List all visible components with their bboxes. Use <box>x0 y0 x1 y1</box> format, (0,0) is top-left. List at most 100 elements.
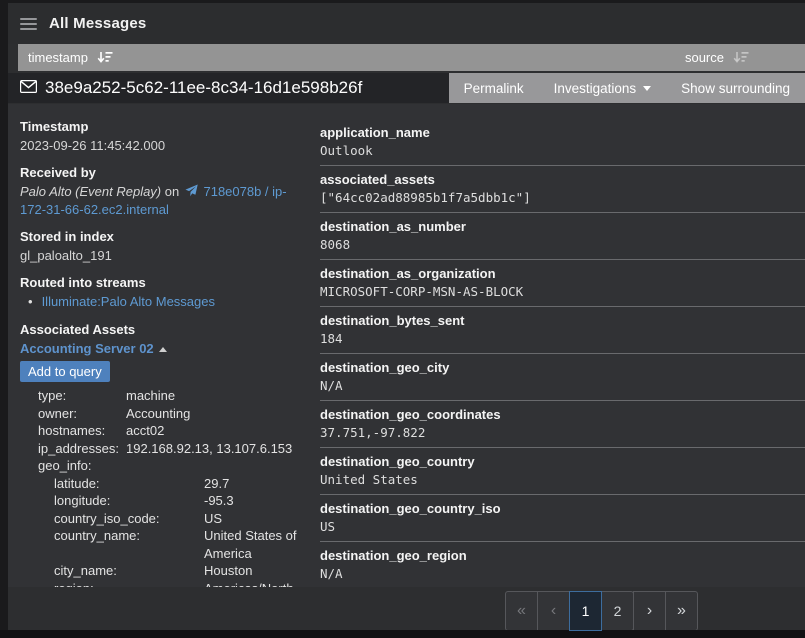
permalink-button[interactable]: Permalink <box>449 73 539 103</box>
asset-properties-list: type: machine owner: Accounting hostname… <box>20 387 312 587</box>
field-name: application_name <box>320 125 805 141</box>
field-value: ["64cc02ad88985b1f7a5dbb1c"] <box>320 190 805 205</box>
stored-index-value: gl_paloalto_191 <box>20 247 312 264</box>
column-header-timestamp[interactable]: timestamp <box>28 50 113 65</box>
field-value: 184 <box>320 331 805 346</box>
asset-property-row: latitude: 29.7 <box>20 475 312 493</box>
message-detail-panel: Timestamp 2023-09-26 11:45:42.000 Receiv… <box>8 104 805 587</box>
message-title[interactable]: 38e9a252-5c62-11ee-8c34-16d1e598b26f <box>8 78 362 98</box>
pagination-pages: 12 <box>570 591 634 631</box>
field-value: N/A <box>320 566 805 581</box>
stored-index-label: Stored in index <box>20 229 312 245</box>
field-row: destination_geo_city N/A <box>320 354 805 401</box>
investigations-dropdown-button[interactable]: Investigations <box>539 73 667 103</box>
received-by-label: Received by <box>20 165 312 181</box>
asset-property-row: type: machine <box>20 387 312 405</box>
page-title: All Messages <box>49 15 146 32</box>
asset-property-value: -95.3 <box>204 492 312 510</box>
show-surrounding-button[interactable]: Show surrounding <box>666 73 805 103</box>
message-table-header: timestamp source <box>18 44 805 71</box>
chevron-up-icon <box>159 347 167 352</box>
asset-property-value: Houston <box>204 562 312 580</box>
field-value: US <box>320 519 805 534</box>
asset-property-key: owner: <box>38 405 126 423</box>
asset-property-row: longitude: -95.3 <box>20 492 312 510</box>
asset-property-value: United States of America <box>204 527 312 562</box>
field-value: MICROSOFT-CORP-MSN-AS-BLOCK <box>320 284 805 299</box>
asset-property-key: longitude: <box>54 492 204 510</box>
streams-label: Routed into streams <box>20 275 312 291</box>
pagination-first-button[interactable]: « <box>505 591 538 631</box>
sort-desc-icon[interactable] <box>97 51 113 64</box>
message-metadata-column: Timestamp 2023-09-26 11:45:42.000 Receiv… <box>20 119 312 587</box>
asset-property-value: 192.168.92.13, 13.107.6.153 <box>126 440 312 458</box>
widget-topbar: All Messages <box>8 3 805 44</box>
pagination-prev-button[interactable]: ‹ <box>537 591 570 631</box>
asset-property-key: city_name: <box>54 562 204 580</box>
field-name: associated_assets <box>320 172 805 188</box>
asset-property-row: country_iso_code: US <box>20 510 312 528</box>
input-name: Palo Alto (Event Replay) <box>20 184 161 199</box>
timestamp-value: 2023-09-26 11:45:42.000 <box>20 137 312 154</box>
stream-link[interactable]: Illuminate:Palo Alto Messages <box>42 294 215 309</box>
asset-property-key: region: <box>54 580 204 588</box>
graylog-all-messages-screen: All Messages timestamp source <box>0 0 805 638</box>
permalink-label: Permalink <box>464 81 524 96</box>
asset-property-row: country_name: United States of America <box>20 527 312 562</box>
asset-property-row: ip_addresses: 192.168.92.13, 13.107.6.15… <box>20 440 312 458</box>
field-name: destination_geo_country <box>320 454 805 470</box>
asset-property-value: acct02 <box>126 422 312 440</box>
field-row: destination_geo_country_iso US <box>320 495 805 542</box>
field-row: destination_as_organization MICROSOFT-CO… <box>320 260 805 307</box>
pagination-next-button[interactable]: › <box>633 591 666 631</box>
timestamp-section: Timestamp 2023-09-26 11:45:42.000 <box>20 119 312 154</box>
window-left-edge <box>0 0 8 638</box>
field-value: 8068 <box>320 237 805 252</box>
column-header-source[interactable]: source <box>685 50 795 65</box>
received-by-on-word: on <box>165 184 179 199</box>
asset-property-row: owner: Accounting <box>20 405 312 423</box>
asset-name: Accounting Server 02 <box>20 340 154 358</box>
asset-property-row: geo_info: <box>20 457 312 475</box>
associated-assets-section: Associated Assets Accounting Server 02 A… <box>20 322 312 587</box>
asset-property-key: country_name: <box>54 527 204 562</box>
asset-property-value <box>126 457 312 475</box>
field-name: destination_bytes_sent <box>320 313 805 329</box>
streams-section: Routed into streams Illuminate:Palo Alto… <box>20 275 312 311</box>
asset-property-key: latitude: <box>54 475 204 493</box>
asset-property-row: city_name: Houston <box>20 562 312 580</box>
window-bottom-edge <box>0 630 805 638</box>
asset-property-key: country_iso_code: <box>54 510 204 528</box>
associated-assets-label: Associated Assets <box>20 322 312 338</box>
field-value: N/A <box>320 378 805 393</box>
field-row: destination_geo_coordinates 37.751,-97.8… <box>320 401 805 448</box>
pagination: « ‹ 12 › » <box>505 591 698 631</box>
stream-list: Illuminate:Palo Alto Messages <box>28 293 312 311</box>
node-send-icon <box>185 184 198 201</box>
envelope-icon <box>20 80 37 96</box>
messages-app-window: All Messages timestamp source <box>8 3 805 630</box>
field-name: destination_geo_city <box>320 360 805 376</box>
show-surrounding-label: Show surrounding <box>681 81 790 96</box>
sort-icon-inactive[interactable] <box>733 51 749 64</box>
field-row: destination_geo_region N/A <box>320 542 805 587</box>
asset-property-key: geo_info: <box>38 457 126 475</box>
field-name: destination_geo_region <box>320 548 805 564</box>
field-row: destination_as_number 8068 <box>320 213 805 260</box>
received-by-value: Palo Alto (Event Replay) on 718e078b / i… <box>20 183 312 218</box>
pagination-page-button[interactable]: 2 <box>601 591 634 631</box>
pagination-page-button[interactable]: 1 <box>569 591 602 631</box>
stream-list-item: Illuminate:Palo Alto Messages <box>28 293 312 311</box>
asset-expand-link[interactable]: Accounting Server 02 <box>20 340 167 358</box>
add-to-query-button[interactable]: Add to query <box>20 361 110 382</box>
field-value: United States <box>320 472 805 487</box>
received-by-section: Received by Palo Alto (Event Replay) on … <box>20 165 312 218</box>
message-id[interactable]: 38e9a252-5c62-11ee-8c34-16d1e598b26f <box>45 78 362 98</box>
field-row: associated_assets ["64cc02ad88985b1f7a5d… <box>320 166 805 213</box>
field-name: destination_as_organization <box>320 266 805 282</box>
hamburger-menu-icon[interactable] <box>20 18 37 30</box>
field-value: Outlook <box>320 143 805 158</box>
field-name: destination_as_number <box>320 219 805 235</box>
asset-property-value: machine <box>126 387 312 405</box>
pagination-last-button[interactable]: » <box>665 591 698 631</box>
